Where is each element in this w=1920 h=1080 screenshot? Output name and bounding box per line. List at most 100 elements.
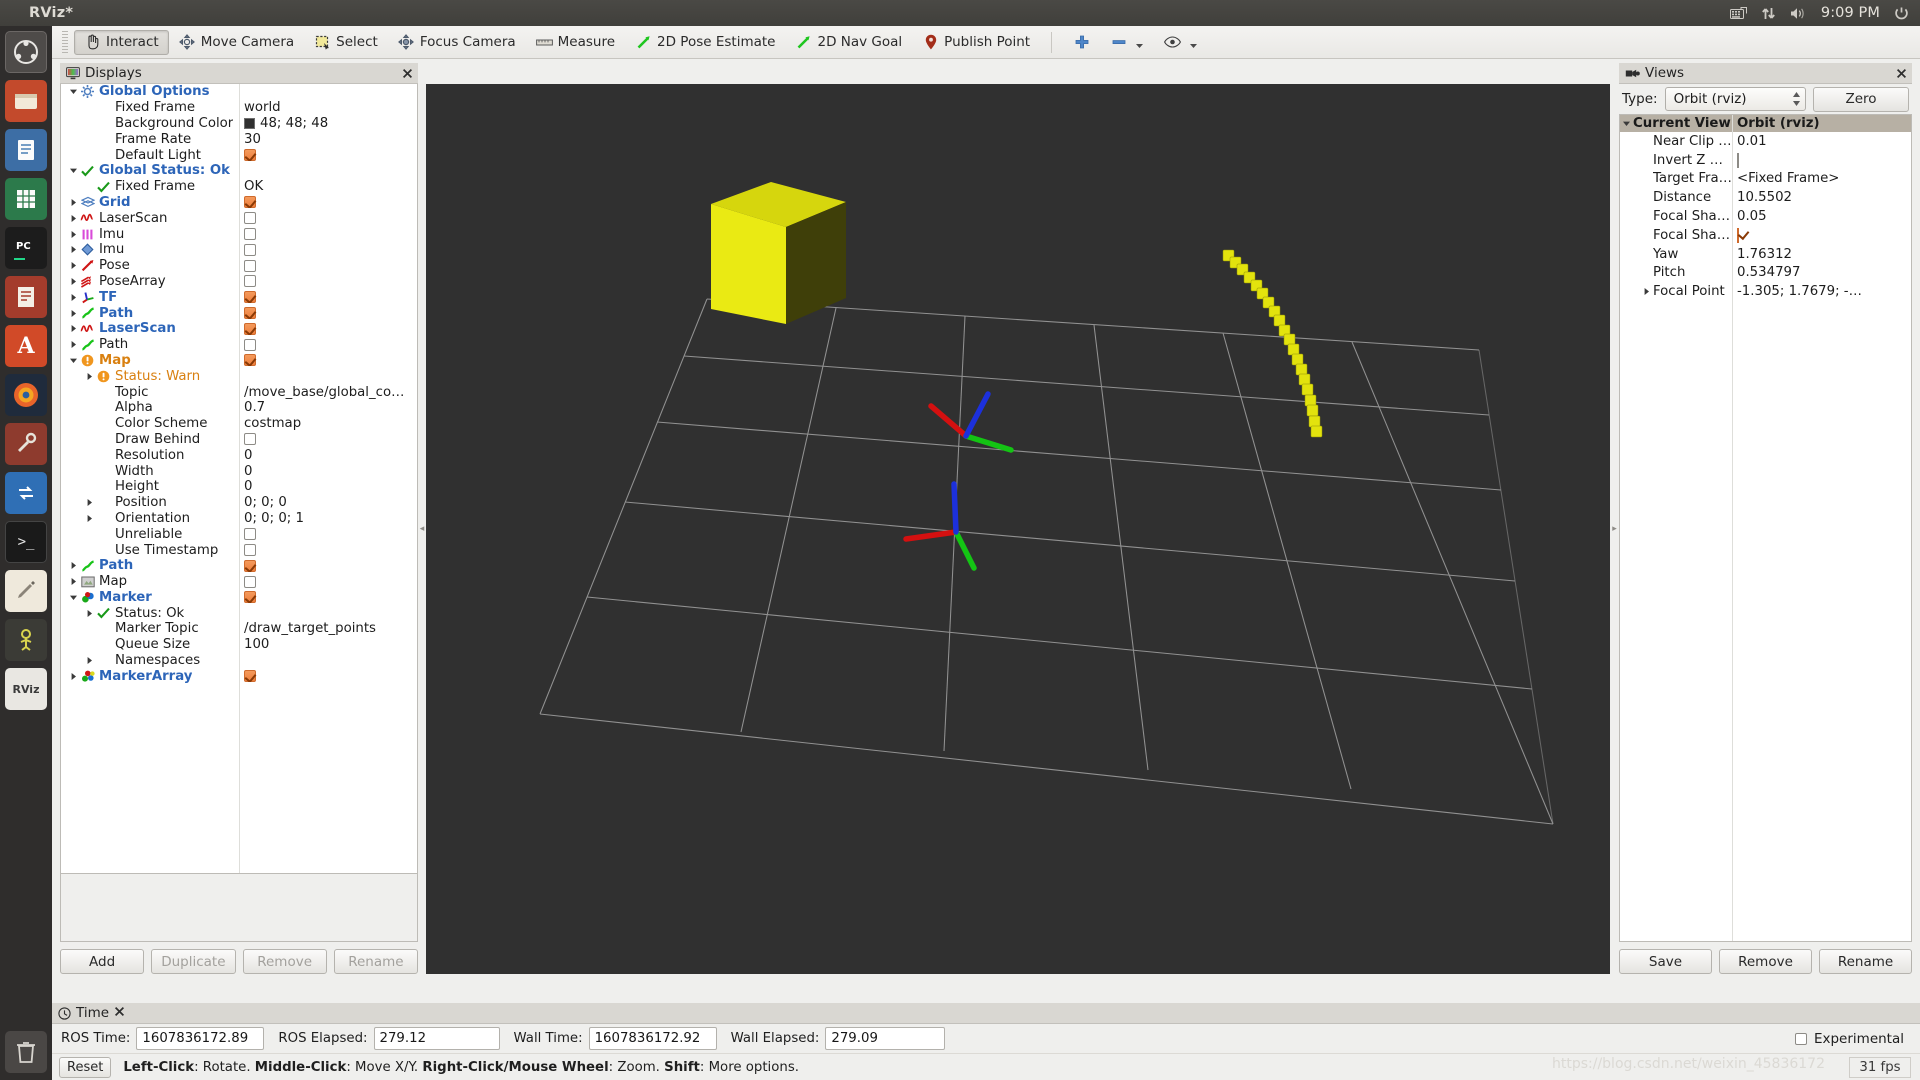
display-tree-row[interactable]: Path <box>61 337 417 353</box>
views-row-value-cell[interactable]: 0.05 <box>1732 209 1911 224</box>
display-tree-row[interactable]: LaserScan <box>61 321 417 337</box>
launcher-item-document-viewer[interactable] <box>5 276 47 318</box>
twisty-right-icon[interactable] <box>83 607 96 620</box>
ros-time-input[interactable]: 1607836172.89 <box>136 1027 265 1050</box>
tree-row-value-cell[interactable] <box>239 149 417 162</box>
toolbar-drag-handle[interactable] <box>62 31 68 53</box>
display-enabled-checkbox[interactable] <box>244 544 256 556</box>
tree-row-value-cell[interactable] <box>239 670 417 683</box>
display-enabled-checkbox[interactable] <box>244 559 256 572</box>
views-tree-row[interactable]: Focal Shap… 0.05 <box>1620 207 1911 226</box>
views-row-value-cell[interactable]: 1.76312 <box>1732 247 1911 262</box>
wall-time-input[interactable]: 1607836172.92 <box>588 1027 717 1050</box>
twisty-right-icon[interactable] <box>83 512 96 525</box>
tree-row-value-cell[interactable]: world <box>239 100 417 115</box>
tree-row-value-cell[interactable]: 48; 48; 48 <box>239 116 417 131</box>
tool-2d-nav-goal[interactable]: 2D Nav Goal <box>786 30 913 55</box>
twisty-right-icon[interactable] <box>67 559 80 572</box>
launcher-item-ubuntu-dash[interactable] <box>5 31 47 73</box>
display-tree-row[interactable]: Grid <box>61 195 417 211</box>
display-tree-row[interactable]: Status: Ok <box>61 605 417 621</box>
close-icon[interactable] <box>400 66 414 80</box>
views-row-value-cell[interactable]: 10.5502 <box>1732 190 1911 205</box>
views-column-splitter[interactable] <box>1732 115 1733 941</box>
tool-focus-camera[interactable]: Focus Camera <box>388 30 526 55</box>
twisty-down-icon[interactable] <box>1620 117 1633 130</box>
views-row-value-cell[interactable]: <Fixed Frame> <box>1732 171 1911 186</box>
launcher-item-spreadsheet[interactable] <box>5 178 47 220</box>
twisty-right-icon[interactable] <box>83 654 96 667</box>
views-row-checkbox[interactable] <box>1737 227 1739 243</box>
tree-row-value-cell[interactable]: 0 <box>239 448 417 463</box>
twisty-right-icon[interactable] <box>67 338 80 351</box>
display-enabled-checkbox[interactable] <box>244 591 256 604</box>
twisty-right-icon[interactable] <box>67 307 80 320</box>
launcher-item-text-editor[interactable] <box>5 129 47 171</box>
launcher-item-gazebo[interactable] <box>5 619 47 661</box>
display-enabled-checkbox[interactable] <box>244 196 256 209</box>
display-tree-row[interactable]: Map <box>61 574 417 590</box>
display-enabled-checkbox[interactable] <box>244 338 256 351</box>
display-enabled-checkbox[interactable] <box>244 275 256 288</box>
tool-measure[interactable]: Measure <box>526 30 625 55</box>
display-enabled-checkbox[interactable] <box>244 149 256 162</box>
display-tree-row[interactable]: Status: Warn <box>61 368 417 384</box>
display-tree-row[interactable]: Draw Behind <box>61 432 417 448</box>
display-enabled-checkbox[interactable] <box>244 228 256 241</box>
views-tree-row[interactable]: Focal Point -1.305; 1.7679; -… <box>1620 282 1911 301</box>
twisty-right-icon[interactable] <box>67 212 80 225</box>
tree-row-value-cell[interactable] <box>239 228 417 241</box>
close-icon[interactable] <box>1894 66 1908 80</box>
chevron-down-icon[interactable] <box>1135 38 1144 48</box>
views-tree-row[interactable]: Yaw 1.76312 <box>1620 245 1911 264</box>
twisty-right-icon[interactable] <box>67 670 80 683</box>
display-tree-row[interactable]: Height 0 <box>61 479 417 495</box>
twisty-right-icon[interactable] <box>1640 285 1653 298</box>
rename-button[interactable]: Rename <box>333 949 418 974</box>
tree-row-value-cell[interactable]: 0 <box>239 479 417 494</box>
tool-move-camera[interactable]: Move Camera <box>169 30 304 55</box>
display-tree-row[interactable]: Global Options <box>61 84 417 100</box>
clock[interactable]: 9:09 PM <box>1821 5 1880 21</box>
display-tree-row[interactable]: TF <box>61 289 417 305</box>
tree-row-value-cell[interactable]: OK <box>239 179 417 194</box>
tool-interact[interactable]: Interact <box>74 29 169 55</box>
add-tool-button[interactable] <box>1063 30 1100 55</box>
launcher-item-software-center[interactable]: A <box>5 325 47 367</box>
view-type-combo[interactable]: Orbit (rviz) <box>1664 87 1806 111</box>
tree-row-value-cell[interactable]: 0; 0; 0; 1 <box>239 511 417 526</box>
display-tree-row[interactable]: MarkerArray <box>61 668 417 684</box>
views-tree-row[interactable]: Invert Z Axis <box>1620 151 1911 170</box>
display-tree-row[interactable]: LaserScan <box>61 210 417 226</box>
display-tree-row[interactable]: Frame Rate 30 <box>61 131 417 147</box>
tree-row-value-cell[interactable] <box>239 322 417 335</box>
tree-row-value-cell[interactable] <box>239 243 417 256</box>
add-button[interactable]: Add <box>60 949 145 974</box>
display-tree-row[interactable]: Pose <box>61 258 417 274</box>
network-icon[interactable] <box>1761 6 1776 21</box>
display-enabled-checkbox[interactable] <box>244 670 256 683</box>
display-enabled-checkbox[interactable] <box>244 322 256 335</box>
tree-row-value-cell[interactable] <box>239 307 417 320</box>
wall-elapsed-input[interactable]: 279.09 <box>825 1027 946 1050</box>
twisty-right-icon[interactable] <box>67 291 80 304</box>
chevron-down-icon[interactable] <box>1189 38 1198 48</box>
display-tree-row[interactable]: Queue Size 100 <box>61 637 417 653</box>
twisty-right-icon[interactable] <box>83 370 96 383</box>
tree-row-value-cell[interactable] <box>239 212 417 225</box>
3d-render-viewport[interactable] <box>426 84 1610 974</box>
launcher-item-files[interactable] <box>5 80 47 122</box>
display-enabled-checkbox[interactable] <box>244 354 256 367</box>
experimental-toggle[interactable]: Experimental <box>1794 1031 1920 1047</box>
twisty-right-icon[interactable] <box>83 496 96 509</box>
tree-row-value-cell[interactable] <box>239 433 417 446</box>
display-enabled-checkbox[interactable] <box>244 259 256 272</box>
tree-row-value-cell[interactable] <box>239 559 417 572</box>
display-tree-row[interactable]: Imu <box>61 242 417 258</box>
display-tree-row[interactable]: Color Scheme costmap <box>61 416 417 432</box>
display-tree-row[interactable]: Fixed Frame world <box>61 100 417 116</box>
views-tree[interactable]: Current View Orbit (rviz) Near Clip … 0.0… <box>1619 114 1912 942</box>
launcher-item-pycharm[interactable]: PC <box>5 227 47 269</box>
display-tree-row[interactable]: Resolution 0 <box>61 447 417 463</box>
tree-row-value-cell[interactable] <box>239 275 417 288</box>
